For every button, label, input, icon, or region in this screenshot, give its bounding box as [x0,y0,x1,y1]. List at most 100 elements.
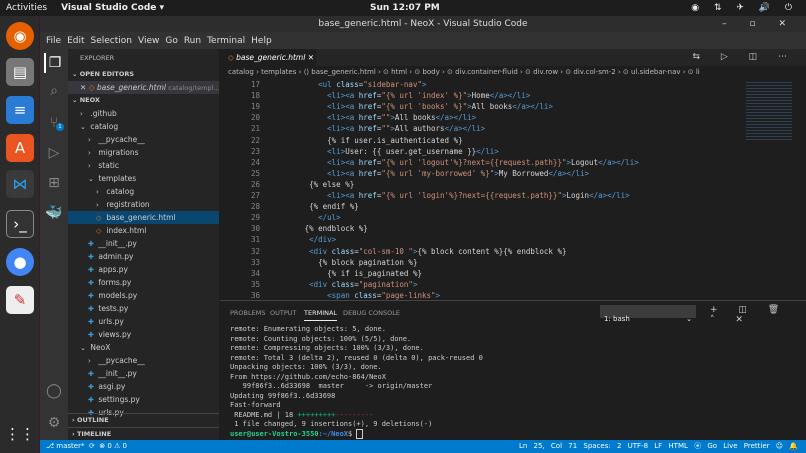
extensions-icon[interactable]: ⊞ [44,173,64,193]
workspace-root[interactable]: ⌄ NEOX [68,94,219,107]
tree-item[interactable]: ⌄ templates [68,172,219,185]
tree-item[interactable]: › .github [68,107,219,120]
docker-icon[interactable]: 🐳 [44,203,64,223]
tab-output[interactable]: OUTPUT [270,309,297,317]
minimap[interactable] [746,80,792,140]
source-control-icon[interactable]: ⑂ 1 [44,113,64,133]
tree-item[interactable]: ⌄ catalog [68,120,219,133]
explorer-icon[interactable]: ❐ [44,53,64,73]
tree-item[interactable]: › static [68,159,219,172]
code-line[interactable]: <li><a href="{% url 'login'%}?next={{req… [282,191,630,200]
writer-icon[interactable]: ≡ [6,96,34,124]
code-line[interactable]: {% endif %} [282,202,359,211]
code-line[interactable]: <li>User: {{ user.get_username }}</li> [282,147,499,156]
settings-gear-icon[interactable]: ⚙ [44,413,64,433]
tab-base-generic[interactable]: ◇ base_generic.html ✕ [220,49,316,66]
menu-run[interactable]: Run [184,36,201,46]
terminal-output[interactable]: remote: Enumerating objects: 5, done. rem… [230,325,483,439]
outline-section[interactable]: › OUTLINE [68,413,219,426]
tab-problems[interactable]: PROBLEMS [230,309,265,317]
close-tab-icon[interactable]: ✕ [308,53,314,62]
tree-item[interactable]: ✚ models.py [68,289,219,302]
code-line[interactable]: {% block pagination %} [282,258,417,267]
code-line[interactable]: <li><a href="{% url 'index' %}">Home</a>… [282,91,530,100]
code-line[interactable]: {% else %} [282,180,354,189]
menu-edit[interactable]: Edit [67,36,84,46]
status-right[interactable]: Ln 25, Col 71 Spaces: 2 UTF-8 LF HTML ⦿ … [519,440,798,453]
tree-item[interactable]: ✚ apps.py [68,263,219,276]
code-token: {% endblock %} [282,224,368,234]
software-icon[interactable]: A [6,134,34,162]
terminal-select[interactable]: 1: bash ⌄ [600,305,696,323]
activities-button[interactable]: Activities [6,3,47,13]
code-line[interactable]: <div class="pagination"> [282,280,417,289]
terminal-actions[interactable]: + ◫ 🗑 ˄ ✕ [710,305,806,325]
tree-item[interactable]: ✚ urls.py [68,315,219,328]
tree-item[interactable]: › registration [68,198,219,211]
tree-item[interactable]: ✚ __init__.py [68,237,219,250]
files-icon[interactable]: ▤ [6,58,34,86]
firefox-icon[interactable]: ◉ [6,22,34,50]
app-menu[interactable]: Visual Studio Code ▾ [61,3,164,13]
code-line[interactable]: <li><a href="{% url 'books' %}">All book… [282,102,553,111]
chrome-icon[interactable]: ● [6,248,34,276]
run-debug-icon[interactable]: ▷ [44,143,64,163]
menu-terminal[interactable]: Terminal [207,36,245,46]
account-icon[interactable]: ◯ [44,381,64,401]
terminal-line: From https://github.com/echo-864/NeoX [230,372,386,381]
code-line[interactable]: </ul> [282,213,341,222]
show-apps-icon[interactable]: ⋮⋮ [5,420,35,448]
tree-item[interactable]: › catalog [68,185,219,198]
tree-item[interactable]: ✚ forms.py [68,276,219,289]
open-editor-item[interactable]: ✕ ◇ base_generic.html catalog/templ... [68,81,219,94]
code-line[interactable]: <li><a href="">All books</a></li> [282,113,476,122]
open-editors-section[interactable]: ⌄ OPEN EDITORS [68,68,219,81]
editor-actions[interactable]: ⇆ ▷ ◫ ⋯ [692,49,796,66]
close-icon[interactable]: ✕ [80,83,86,92]
tree-item[interactable]: ✚ settings.py [68,393,219,406]
tree-item[interactable]: › __pycache__ [68,133,219,146]
tree-item[interactable]: ◇ base_generic.html [68,211,219,224]
problems-indicator[interactable]: ⊗ 0 ⚠ 0 [99,442,127,450]
code-line[interactable]: </div> [282,235,336,244]
tree-item[interactable]: ✚ __init__.py [68,367,219,380]
tree-item[interactable]: ✚ views.py [68,328,219,341]
menu-help[interactable]: Help [251,36,272,46]
menu-view[interactable]: View [138,36,159,46]
tree-item[interactable]: ✚ tests.py [68,302,219,315]
menu-selection[interactable]: Selection [91,36,132,46]
timeline-section[interactable]: › TIMELINE [68,427,219,440]
tree-item[interactable]: ✚ asgi.py [68,380,219,393]
vscode-icon[interactable]: ⋈ [6,170,34,198]
code-editor[interactable]: 17 <ul class="sidebar-nav"> 18 <li><a hre… [220,80,806,300]
terminal-prompt[interactable]: user@user-Vostro-3550:~/NeoX$ [230,428,483,440]
branch-indicator[interactable]: ⎇ master* [46,442,84,450]
sync-icon[interactable]: ⟳ [89,442,95,450]
tab-terminal[interactable]: TERMINAL [304,309,338,321]
tree-item[interactable]: ⌄ NeoX [68,341,219,354]
code-token: </a></li> [489,91,531,101]
window-controls[interactable]: – ▫ ✕ [722,16,796,32]
tree-item[interactable]: ✚ admin.py [68,250,219,263]
code-line[interactable]: {% if user.is_authenticated %} [282,136,462,145]
code-line[interactable]: <li><a href="{% url 'logout'%}?next={{re… [282,158,639,167]
tree-item[interactable]: ◇ index.html [68,224,219,237]
tree-item[interactable]: › migrations [68,146,219,159]
code-line[interactable]: <span class="page-links"> [282,291,440,300]
code-line[interactable]: <ul class="sidebar-nav"> [282,80,426,89]
tree-item[interactable]: › __pycache__ [68,354,219,367]
menu-file[interactable]: File [46,36,61,46]
tab-debug-console[interactable]: DEBUG CONSOLE [343,309,400,317]
terminal-icon[interactable]: ›_ [6,210,34,238]
system-tray-icons[interactable]: ◉ ⇅ ✈ 🔊 ⏻ [691,3,798,13]
code-line[interactable]: {% endblock %} [282,224,368,233]
code-line[interactable]: {% if is_paginated %} [282,269,422,278]
search-icon[interactable]: ⌕ [44,81,64,101]
notes-icon[interactable]: ✎ [6,286,34,314]
code-line[interactable]: <div class="col-sm-10 ">{% block content… [282,247,566,256]
menu-go[interactable]: Go [165,36,177,46]
code-line[interactable]: <li><a href="">All authors</a></li> [282,124,485,133]
clock[interactable]: Sun 12:07 PM [370,3,440,13]
code-line[interactable]: <li><a href="{% url 'my-borrowed' %}">My… [282,169,589,178]
breadcrumb[interactable]: catalog › templates › ⟨⟩ base_generic.ht… [220,66,806,79]
